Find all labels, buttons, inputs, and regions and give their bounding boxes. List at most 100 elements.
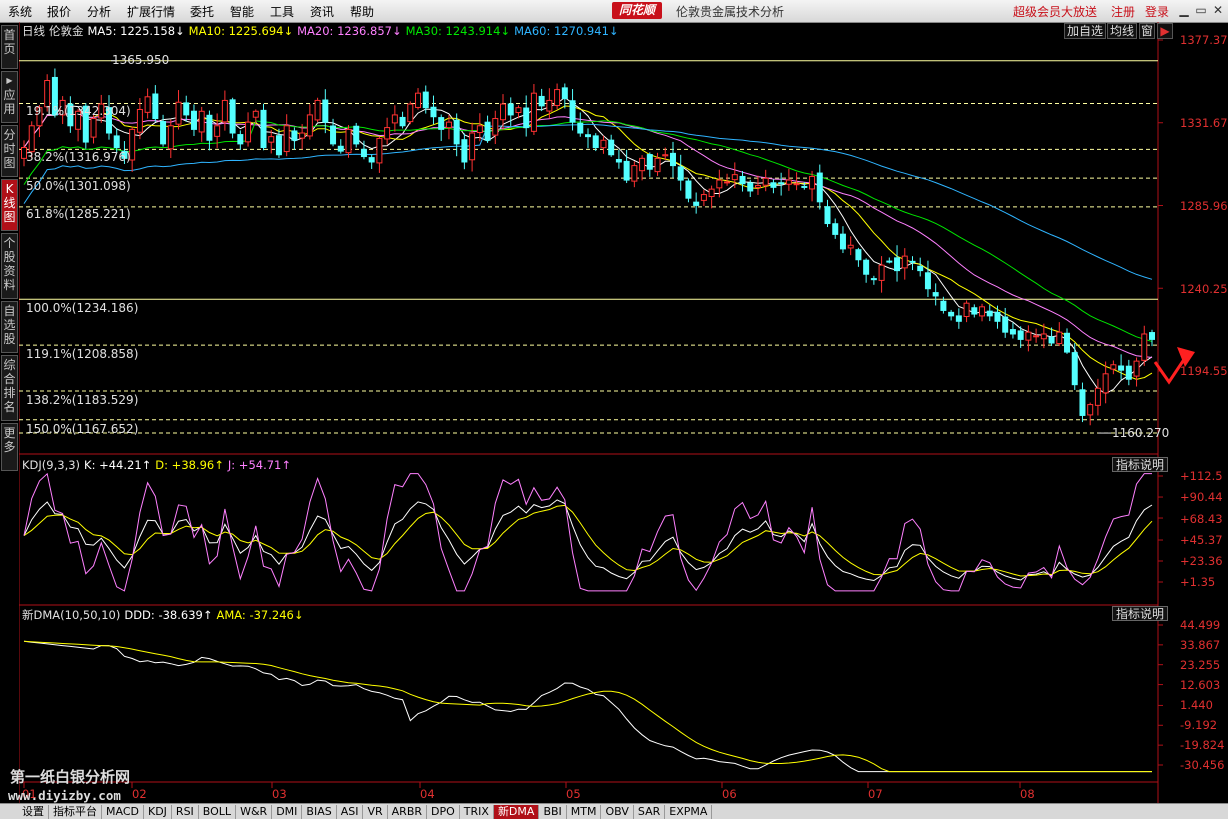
menubar: 系统 报价 分析 扩展行情 委托 智能 工具 资讯 帮助 同花顺 伦敦贵金属技术… — [0, 0, 1228, 23]
candle-body — [739, 175, 746, 185]
candle-body — [685, 180, 692, 199]
arrow-right-icon[interactable]: ▶ — [1157, 23, 1173, 39]
menu-system[interactable]: 系统 — [8, 3, 32, 20]
menu-order[interactable]: 委托 — [190, 3, 214, 20]
sidebar-item-timeshare[interactable]: 分时图 — [1, 125, 18, 177]
register-link[interactable]: 注册 — [1111, 3, 1135, 20]
tab-expma[interactable]: EXPMA — [665, 805, 713, 819]
candle-body — [415, 92, 422, 108]
ma60-legend: MA60: 1270.941↓ — [514, 24, 619, 38]
candle-body — [28, 125, 35, 153]
sidebar-item-watchlist[interactable]: 自选股 — [1, 301, 18, 353]
close-icon[interactable]: ✕ — [1210, 2, 1226, 18]
candle-body — [569, 100, 576, 123]
candle-body — [198, 110, 205, 133]
menu-tools[interactable]: 工具 — [270, 3, 294, 20]
dma-axis-label: 23.255 — [1180, 658, 1221, 672]
menu-news[interactable]: 资讯 — [310, 3, 334, 20]
price-axis-label: 1377.377 — [1180, 33, 1228, 47]
tab-bbi[interactable]: BBI — [539, 805, 567, 819]
candle-body — [1133, 360, 1140, 377]
candle-body — [1071, 352, 1078, 386]
chart-area[interactable] — [19, 22, 1228, 803]
candle-body — [963, 302, 970, 317]
add-to-watchlist-button[interactable]: 加自选 — [1064, 23, 1106, 39]
candle-body — [530, 92, 537, 132]
candle-body — [1025, 331, 1032, 341]
tab-arbr[interactable]: ARBR — [388, 805, 428, 819]
tab-bias[interactable]: BIAS — [302, 805, 337, 819]
tab-dma[interactable]: 新DMA — [493, 805, 540, 819]
candle-body — [847, 244, 854, 249]
dma-axis-label: -30.456 — [1180, 758, 1225, 772]
sidebar-item-more[interactable]: 更多 — [1, 423, 18, 471]
kdj-help-button[interactable]: 指标说明 — [1112, 457, 1168, 472]
tab-kdj[interactable]: KDJ — [144, 805, 172, 819]
restore-icon[interactable]: ▭ — [1193, 2, 1209, 18]
menu-extended-quote[interactable]: 扩展行情 — [127, 3, 175, 20]
tab-[interactable]: 指标平台 — [49, 805, 102, 819]
menu-smart[interactable]: 智能 — [230, 3, 254, 20]
candle-body — [917, 265, 924, 272]
tab-rsi[interactable]: RSI — [172, 805, 199, 819]
tab-w-r[interactable]: W&R — [236, 805, 273, 819]
tab-asi[interactable]: ASI — [337, 805, 364, 819]
candle-body — [1048, 336, 1055, 344]
candle-body — [824, 206, 831, 225]
x-axis-label: 07 — [868, 787, 883, 801]
candle-body — [507, 103, 514, 116]
dma-help-button[interactable]: 指标说明 — [1112, 606, 1168, 621]
sidebar-item-kline[interactable]: K线图 — [1, 179, 18, 231]
sidebar-item-ranking[interactable]: 综合排名 — [1, 355, 18, 421]
tab-sar[interactable]: SAR — [634, 805, 666, 819]
candle-body — [461, 139, 468, 163]
tab-obv[interactable]: OBV — [601, 805, 634, 819]
candle-body — [577, 122, 584, 134]
menu-quote[interactable]: 报价 — [47, 3, 71, 20]
sidebar-item-apps[interactable]: ▶ 应用 — [1, 71, 18, 123]
price-axis-label: 1240.257 — [1180, 282, 1228, 296]
login-link[interactable]: 登录 — [1145, 3, 1169, 20]
candle-body — [1079, 389, 1086, 416]
candle-body — [299, 132, 306, 139]
kdj-axis-label: +90.44 — [1180, 490, 1223, 504]
candle-body — [639, 157, 646, 172]
tab-dmi[interactable]: DMI — [272, 805, 303, 819]
tab-[interactable]: 设置 — [18, 805, 49, 819]
candle-body — [932, 292, 939, 297]
sidebar-item-label: 首页 — [3, 28, 16, 56]
minimize-icon[interactable]: ▁ — [1176, 2, 1192, 18]
candle-body — [994, 311, 1001, 322]
sidebar-item-stock-info[interactable]: 个股资料 — [1, 233, 18, 299]
candle-body — [801, 185, 808, 188]
menu-analysis[interactable]: 分析 — [87, 3, 111, 20]
tab-vr[interactable]: VR — [363, 805, 388, 819]
window-button[interactable]: 窗 — [1139, 23, 1155, 39]
menu-help[interactable]: 帮助 — [350, 3, 374, 20]
kdj-axis-label: +112.5 — [1180, 469, 1223, 483]
dma-ama-line — [23, 640, 1152, 773]
dma-header: 新DMA(10,50,10) DDD: -38.639↑ AMA: -37.246↓ — [22, 607, 307, 623]
candle-body — [422, 91, 429, 109]
fib-label-150: 150.0%(1167.652) — [26, 422, 139, 436]
candle-body — [206, 114, 213, 141]
tab-mtm[interactable]: MTM — [567, 805, 602, 819]
candle-body — [252, 110, 259, 118]
vip-promo-link[interactable]: 超级会员大放送 — [1013, 3, 1097, 20]
tab-trix[interactable]: TRIX — [460, 805, 494, 819]
ma10-legend: MA10: 1225.694↓ — [188, 24, 294, 38]
tab-boll[interactable]: BOLL — [199, 805, 237, 819]
ma-toggle-button[interactable]: 均线 — [1107, 23, 1137, 39]
sidebar-item-home[interactable]: 首页 — [1, 25, 18, 69]
tab-macd[interactable]: MACD — [102, 805, 144, 819]
candle-body — [275, 135, 282, 156]
candle-body — [44, 80, 51, 108]
sidebar-item-label: 个股资料 — [3, 236, 16, 292]
candle-body — [863, 259, 870, 275]
candle-body — [314, 99, 321, 121]
x-axis-label: 02 — [132, 787, 147, 801]
candle-body — [708, 188, 715, 198]
fib-label-119: 119.1%(1208.858) — [26, 347, 139, 361]
tab-dpo[interactable]: DPO — [427, 805, 460, 819]
candle-body — [631, 165, 638, 182]
